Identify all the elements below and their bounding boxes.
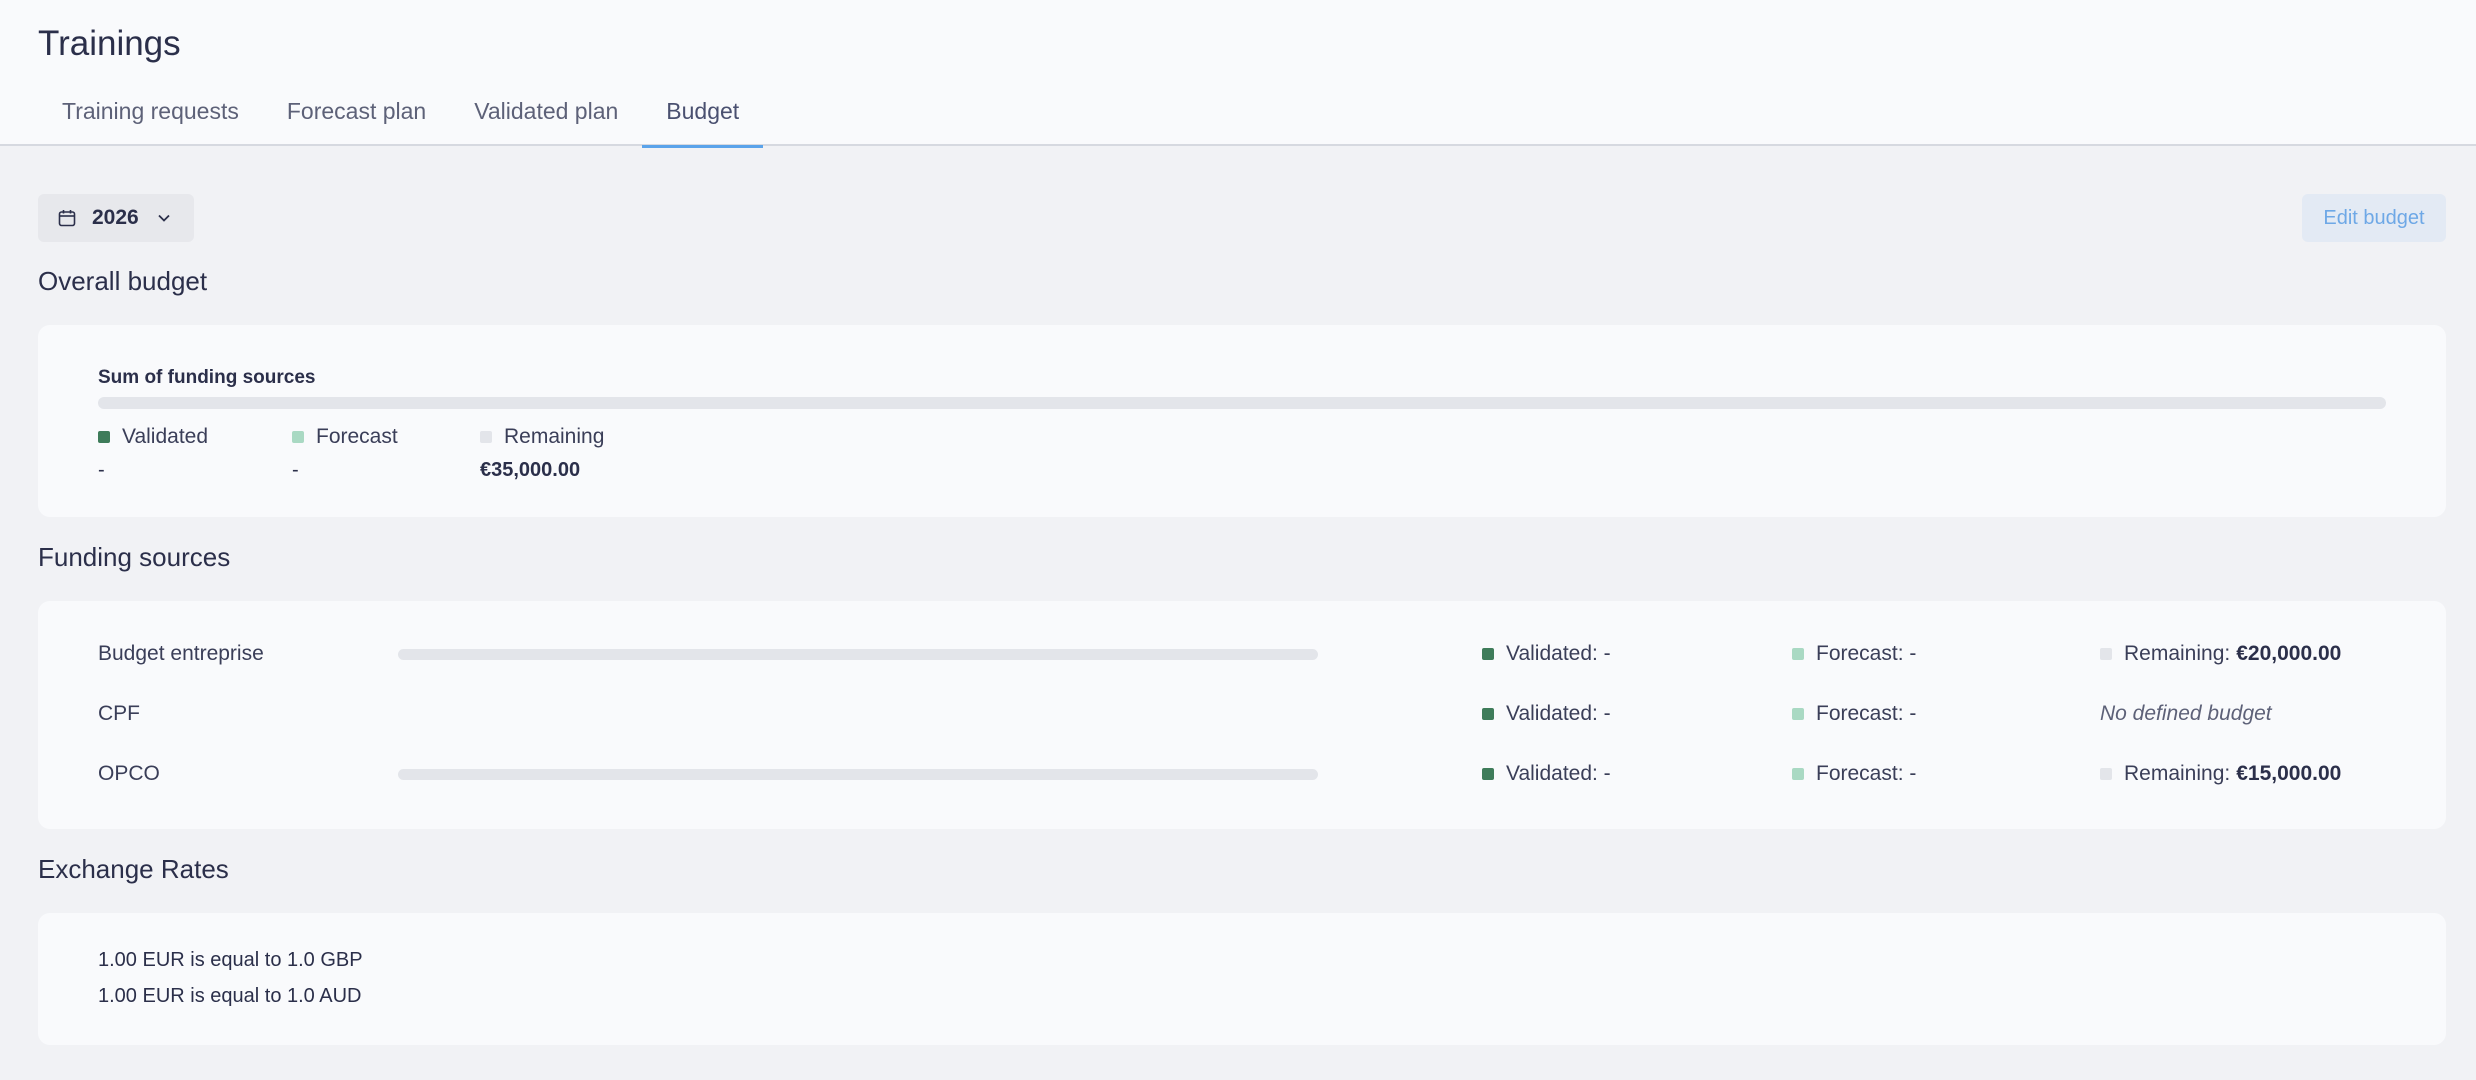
- validated-swatch: [98, 431, 110, 443]
- funding-row: Budget entreprise Validated: - Forecast:…: [38, 639, 2446, 669]
- legend-remaining-label: Remaining: [504, 425, 605, 448]
- calendar-icon: [58, 210, 76, 227]
- funding-forecast: Forecast: -: [1792, 759, 1916, 789]
- legend-forecast-value: -: [292, 459, 299, 481]
- funding-forecast: Forecast: -: [1792, 699, 1916, 729]
- remaining-swatch: [2100, 768, 2112, 780]
- validated-swatch: [1482, 768, 1494, 780]
- legend-remaining: Remaining €35,000.00: [480, 425, 604, 482]
- funding-forecast-text: Forecast: -: [1816, 642, 1917, 665]
- forecast-swatch: [292, 431, 304, 443]
- tab-validated-plan[interactable]: Validated plan: [450, 72, 642, 146]
- funding-remaining: Remaining: €20,000.00: [2100, 639, 2341, 669]
- tab-forecast-plan[interactable]: Forecast plan: [263, 72, 450, 146]
- legend-validated-label: Validated: [122, 425, 209, 448]
- remaining-swatch: [480, 431, 492, 443]
- funding-remaining-label: Remaining:: [2124, 762, 2231, 785]
- exchange-rates-heading: Exchange Rates: [38, 854, 229, 884]
- funding-source-name: Budget entreprise: [98, 642, 264, 665]
- overall-budget-heading: Overall budget: [38, 266, 208, 296]
- no-defined-budget: No defined budget: [2100, 702, 2272, 725]
- page-title: Trainings: [38, 24, 181, 63]
- edit-budget-button[interactable]: Edit budget: [2302, 194, 2446, 242]
- funding-progress-bar: [398, 769, 1318, 780]
- legend-validated-value: -: [98, 459, 105, 481]
- legend-validated: Validated -: [98, 425, 208, 482]
- forecast-swatch: [1792, 768, 1804, 780]
- tab-budget[interactable]: Budget: [642, 72, 764, 148]
- funding-remaining-value: €15,000.00: [2236, 762, 2342, 785]
- legend-remaining-value: €35,000.00: [480, 459, 581, 481]
- exchange-rate: 1.00 EUR is equal to 1.0 AUD: [98, 985, 362, 1007]
- page-header: Trainings Training requests Forecast pla…: [0, 0, 2476, 148]
- funding-validated-text: Validated: -: [1506, 702, 1611, 725]
- funding-forecast-text: Forecast: -: [1816, 762, 1917, 785]
- toolbar: 2026 Edit budget: [38, 194, 2446, 242]
- forecast-swatch: [1792, 648, 1804, 660]
- funding-source-name: OPCO: [98, 762, 160, 785]
- overall-budget-card: Sum of funding sources Validated - Forec…: [38, 325, 2446, 517]
- tab-bar: Training requests Forecast plan Validate…: [38, 72, 764, 148]
- remaining-swatch: [2100, 648, 2112, 660]
- funding-source-name: CPF: [98, 702, 140, 725]
- overall-progress-bar: [98, 397, 2386, 409]
- legend-forecast-label: Forecast: [316, 425, 398, 448]
- legend-forecast: Forecast -: [292, 425, 398, 482]
- funding-row: OPCO Validated: - Forecast: - Remaining:…: [38, 759, 2446, 789]
- year-selector[interactable]: 2026: [38, 194, 194, 242]
- funding-sources-card: Budget entreprise Validated: - Forecast:…: [38, 601, 2446, 829]
- funding-row: CPF Validated: - Forecast: - No defined …: [38, 699, 2446, 729]
- funding-validated: Validated: -: [1482, 699, 1611, 729]
- validated-swatch: [1482, 708, 1494, 720]
- exchange-rate: 1.00 EUR is equal to 1.0 GBP: [98, 949, 363, 971]
- forecast-swatch: [1792, 708, 1804, 720]
- funding-sources-heading: Funding sources: [38, 542, 231, 572]
- chevron-down-icon: [158, 214, 170, 222]
- funding-remaining-label: Remaining:: [2124, 642, 2231, 665]
- validated-swatch: [1482, 648, 1494, 660]
- funding-validated-text: Validated: -: [1506, 642, 1611, 665]
- funding-validated-text: Validated: -: [1506, 762, 1611, 785]
- funding-validated: Validated: -: [1482, 759, 1611, 789]
- sum-label: Sum of funding sources: [98, 367, 316, 388]
- tab-training-requests[interactable]: Training requests: [38, 72, 263, 146]
- funding-remaining-value: €20,000.00: [2236, 642, 2342, 665]
- exchange-rates-card: 1.00 EUR is equal to 1.0 GBP 1.00 EUR is…: [38, 913, 2446, 1045]
- funding-forecast-text: Forecast: -: [1816, 702, 1917, 725]
- funding-forecast: Forecast: -: [1792, 639, 1916, 669]
- funding-validated: Validated: -: [1482, 639, 1611, 669]
- funding-progress-bar: [398, 649, 1318, 660]
- funding-remaining: Remaining: €15,000.00: [2100, 759, 2341, 789]
- year-value: 2026: [92, 206, 139, 229]
